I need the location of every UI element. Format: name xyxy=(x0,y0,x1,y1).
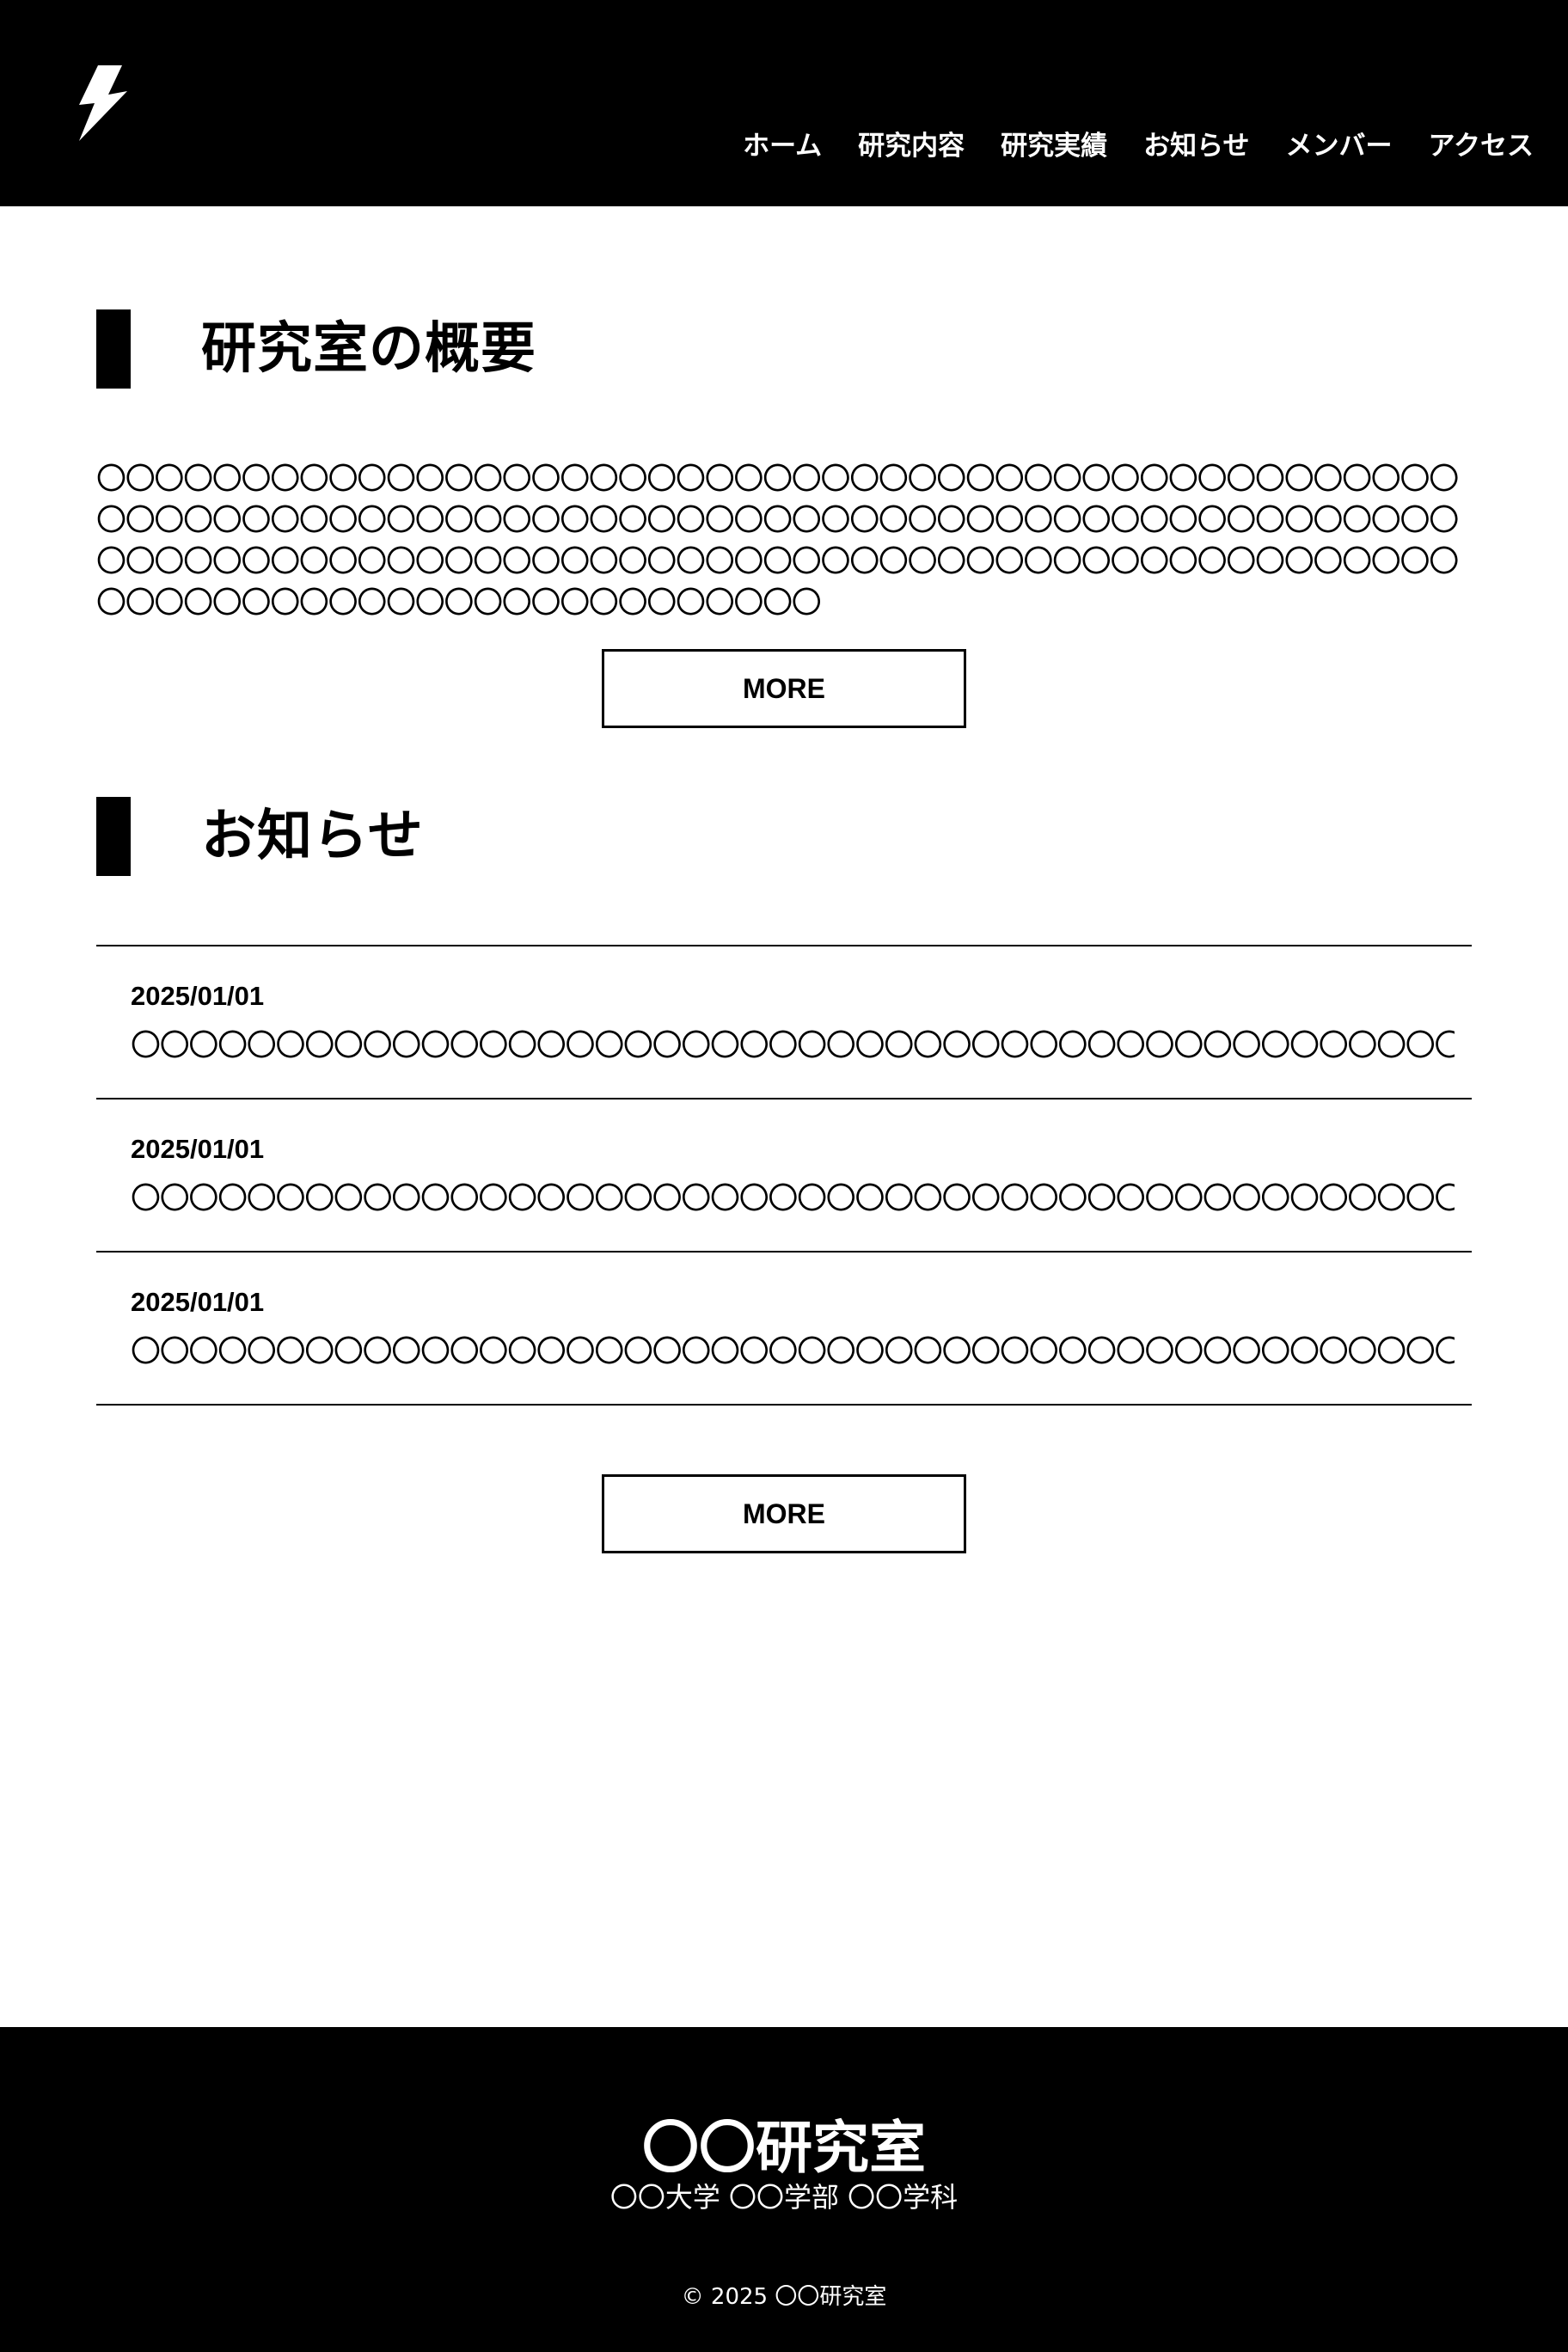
news-item-title[interactable]: 〇〇〇〇〇〇〇〇〇〇〇〇〇〇〇〇〇〇〇〇〇〇〇〇〇〇〇〇〇〇〇〇〇〇〇〇〇〇〇〇… xyxy=(131,1026,1455,1067)
news-title: お知らせ xyxy=(201,805,424,868)
news-date: 2025/01/01 xyxy=(131,1287,265,1317)
footer-affiliation: 〇〇大学 〇〇学部 〇〇学科 xyxy=(609,2181,959,2214)
footer-copyright: © 2025 〇〇研究室 xyxy=(681,2284,887,2310)
news-item-title[interactable]: 〇〇〇〇〇〇〇〇〇〇〇〇〇〇〇〇〇〇〇〇〇〇〇〇〇〇〇〇〇〇〇〇〇〇〇〇〇〇〇〇… xyxy=(131,1179,1455,1220)
nav-news[interactable]: お知らせ xyxy=(1143,127,1249,165)
nav-research[interactable]: 研究内容 xyxy=(858,127,965,165)
nav-members[interactable]: メンバー xyxy=(1286,127,1393,165)
footer-lab-name: 〇〇研究室 xyxy=(642,2115,926,2181)
heading-accent-bar xyxy=(96,309,131,389)
site-header: ホーム 研究内容 研究実績 お知らせ メンバー アクセス xyxy=(0,0,1568,206)
overview-body: 〇〇〇〇〇〇〇〇〇〇〇〇〇〇〇〇〇〇〇〇〇〇〇〇〇〇〇〇〇〇〇〇〇〇〇〇〇〇〇〇… xyxy=(96,462,1459,621)
nav-access[interactable]: アクセス xyxy=(1429,127,1534,165)
heading-accent-bar xyxy=(96,797,131,876)
news-item[interactable]: 2025/01/01 〇〇〇〇〇〇〇〇〇〇〇〇〇〇〇〇〇〇〇〇〇〇〇〇〇〇〇〇〇… xyxy=(96,1099,1472,1253)
news-item[interactable]: 2025/01/01 〇〇〇〇〇〇〇〇〇〇〇〇〇〇〇〇〇〇〇〇〇〇〇〇〇〇〇〇〇… xyxy=(96,946,1472,1099)
news-heading: お知らせ xyxy=(96,797,424,876)
nav-achievements[interactable]: 研究実績 xyxy=(1001,127,1107,165)
main-nav: ホーム 研究内容 研究実績 お知らせ メンバー アクセス xyxy=(743,127,1534,165)
overview-more-button[interactable]: MORE xyxy=(602,649,966,728)
news-item[interactable]: 2025/01/01 〇〇〇〇〇〇〇〇〇〇〇〇〇〇〇〇〇〇〇〇〇〇〇〇〇〇〇〇〇… xyxy=(96,1253,1472,1406)
lightning-bolt-icon[interactable] xyxy=(79,65,127,141)
site-footer: 〇〇研究室 〇〇大学 〇〇学部 〇〇学科 © 2025 〇〇研究室 xyxy=(0,2027,1568,2352)
news-date: 2025/01/01 xyxy=(131,981,265,1011)
news-item-title[interactable]: 〇〇〇〇〇〇〇〇〇〇〇〇〇〇〇〇〇〇〇〇〇〇〇〇〇〇〇〇〇〇〇〇〇〇〇〇〇〇〇〇… xyxy=(131,1332,1455,1373)
overview-title: 研究室の概要 xyxy=(201,317,536,381)
news-more-button[interactable]: MORE xyxy=(602,1474,966,1553)
overview-heading: 研究室の概要 xyxy=(96,309,536,389)
news-list: 2025/01/01 〇〇〇〇〇〇〇〇〇〇〇〇〇〇〇〇〇〇〇〇〇〇〇〇〇〇〇〇〇… xyxy=(96,945,1472,1406)
news-date: 2025/01/01 xyxy=(131,1134,265,1164)
nav-home[interactable]: ホーム xyxy=(743,127,822,165)
